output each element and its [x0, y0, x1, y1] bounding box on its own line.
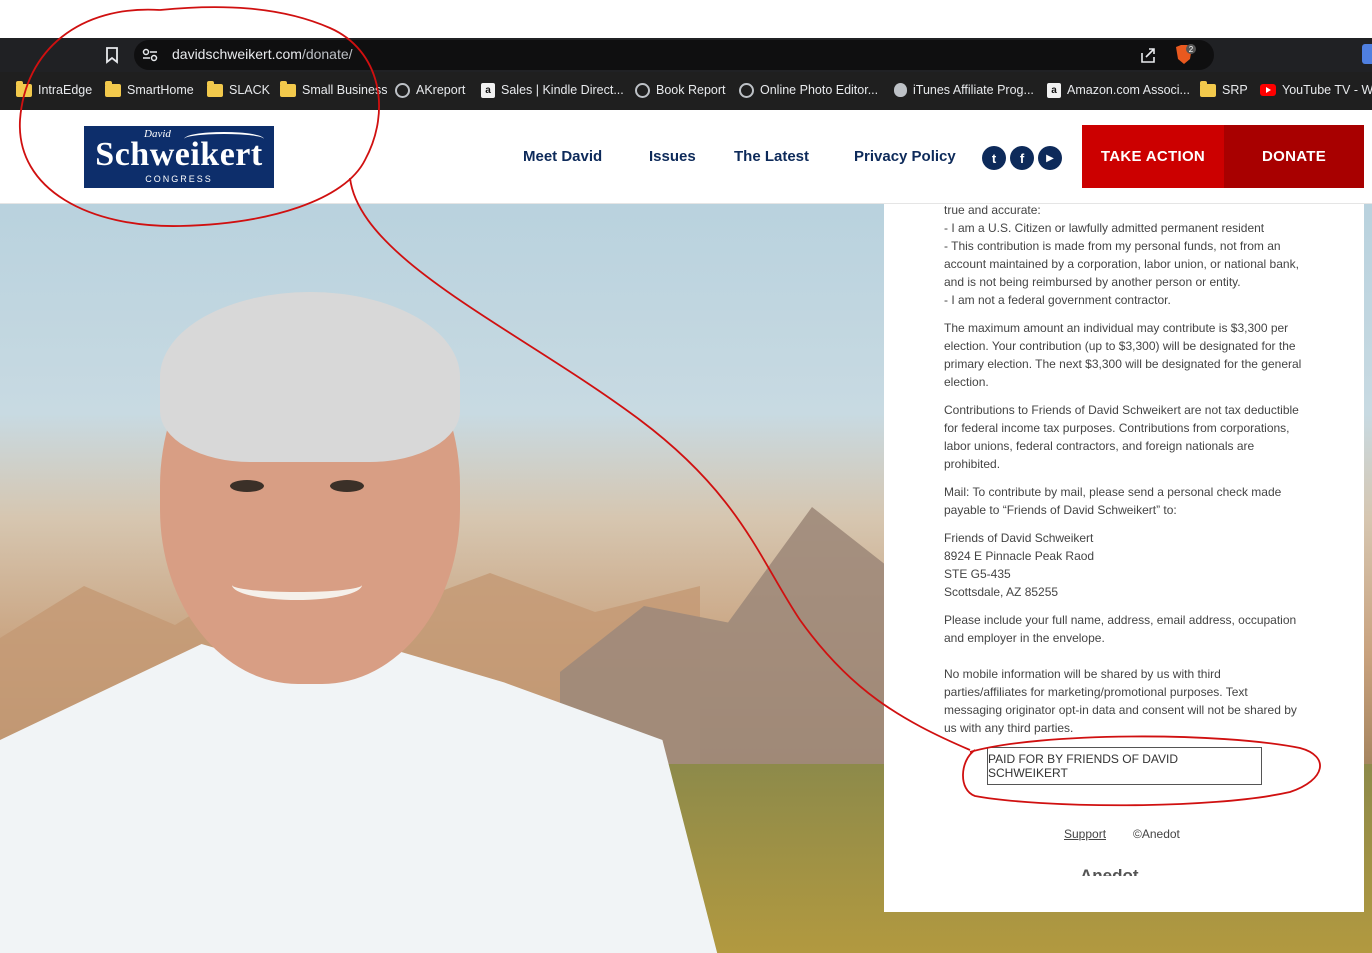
support-link[interactable]: Support — [1064, 827, 1106, 841]
paid-for-disclaimer: PAID FOR BY FRIENDS OF DAVID SCHWEIKERT — [987, 747, 1262, 785]
bookmark-intraedge[interactable]: IntraEdge — [16, 80, 92, 100]
globe-icon — [395, 82, 410, 98]
bookmark-book-report[interactable]: Book Report — [635, 80, 725, 100]
address-line: Friends of David Schweikert — [944, 531, 1094, 545]
bookmark-kindle-direct[interactable]: a Sales | Kindle Direct... — [481, 80, 624, 100]
person-smile — [232, 570, 362, 600]
person-eye-left — [230, 480, 264, 492]
address-line: STE G5-435 — [944, 567, 1011, 581]
envelope-instructions-text: Please include your full name, address, … — [944, 613, 1297, 645]
person-eye-right — [330, 480, 364, 492]
address-line: Scottsdale, AZ 85255 — [944, 585, 1059, 599]
folder-icon — [16, 80, 32, 97]
folder-icon — [280, 80, 296, 97]
bookmark-akreport[interactable]: AKreport — [395, 80, 465, 100]
nav-privacy-policy[interactable]: Privacy Policy — [854, 148, 956, 165]
bookmark-itunes-affiliate[interactable]: iTunes Affiliate Prog... — [894, 80, 1034, 100]
bookmark-youtube-tv[interactable]: YouTube TV - Wa — [1260, 80, 1372, 100]
nav-meet-david[interactable]: Meet David — [523, 148, 602, 165]
bookmark-slack[interactable]: SLACK — [207, 80, 270, 100]
mobile-privacy-text: No mobile information will be shared by … — [944, 667, 1297, 735]
eligibility-statement: true and accurate: - I am a U.S. Citizen… — [944, 201, 1306, 309]
bookmark-icon[interactable] — [102, 45, 122, 65]
apple-icon — [894, 83, 907, 97]
tax-disclaimer-text: Contributions to Friends of David Schwei… — [944, 403, 1299, 471]
brave-badge: 2 — [1189, 45, 1194, 54]
amazon-icon: a — [481, 82, 495, 98]
share-icon[interactable] — [1138, 45, 1158, 65]
eligibility-personal-funds: - This contribution is made from my pers… — [944, 239, 1299, 289]
site-logo[interactable]: David Schweikert CONGRESS — [84, 126, 274, 188]
folder-icon — [207, 80, 223, 97]
globe-icon — [739, 82, 754, 98]
logo-subtitle: CONGRESS — [145, 174, 213, 184]
folder-icon — [105, 80, 121, 97]
contribution-limit-text: The maximum amount an individual may con… — [944, 321, 1302, 389]
take-action-button[interactable]: TAKE ACTION — [1082, 125, 1224, 188]
eligibility-intro: true and accurate: — [944, 203, 1041, 217]
logo-last-name: Schweikert — [95, 136, 263, 173]
bookmark-photo-editor[interactable]: Online Photo Editor... — [739, 80, 878, 100]
top-blank-area — [0, 0, 1372, 38]
facebook-icon[interactable]: f — [1010, 146, 1034, 170]
extension-icon[interactable] — [1362, 44, 1372, 64]
amazon-icon: a — [1047, 82, 1061, 98]
mail-instructions-text: Mail: To contribute by mail, please send… — [944, 485, 1282, 517]
bookmark-small-business[interactable]: Small Business — [280, 80, 387, 100]
bookmark-smarthome[interactable]: SmartHome — [105, 80, 194, 100]
twitter-icon[interactable]: t — [982, 146, 1006, 170]
bookmark-amazon-associates[interactable]: a Amazon.com Associ... — [1047, 80, 1190, 100]
anedot-logo: Anedot — [1080, 866, 1139, 876]
brave-shield-icon[interactable]: 2 — [1172, 43, 1198, 67]
copyright-text: ©Anedot — [1133, 827, 1180, 841]
youtube-icon — [1260, 84, 1276, 96]
eligibility-contractor: - I am not a federal government contract… — [944, 293, 1171, 307]
site-info-icon[interactable] — [140, 45, 160, 65]
nav-the-latest[interactable]: The Latest — [734, 148, 809, 165]
address-line: 8924 E Pinnacle Peak Raod — [944, 549, 1095, 563]
person-hair — [160, 292, 460, 462]
donate-button[interactable]: DONATE — [1224, 125, 1364, 188]
url-text[interactable]: davidschweikert.com/donate/ — [172, 46, 353, 62]
bookmark-srp[interactable]: SRP — [1200, 80, 1248, 100]
nav-issues[interactable]: Issues — [649, 148, 696, 165]
eligibility-citizen: - I am a U.S. Citizen or lawfully admitt… — [944, 221, 1265, 235]
folder-icon — [1200, 80, 1216, 97]
globe-icon — [635, 82, 650, 98]
mailing-address: Friends of David Schweikert 8924 E Pinna… — [944, 529, 1306, 601]
youtube-icon[interactable]: ▶ — [1038, 146, 1062, 170]
